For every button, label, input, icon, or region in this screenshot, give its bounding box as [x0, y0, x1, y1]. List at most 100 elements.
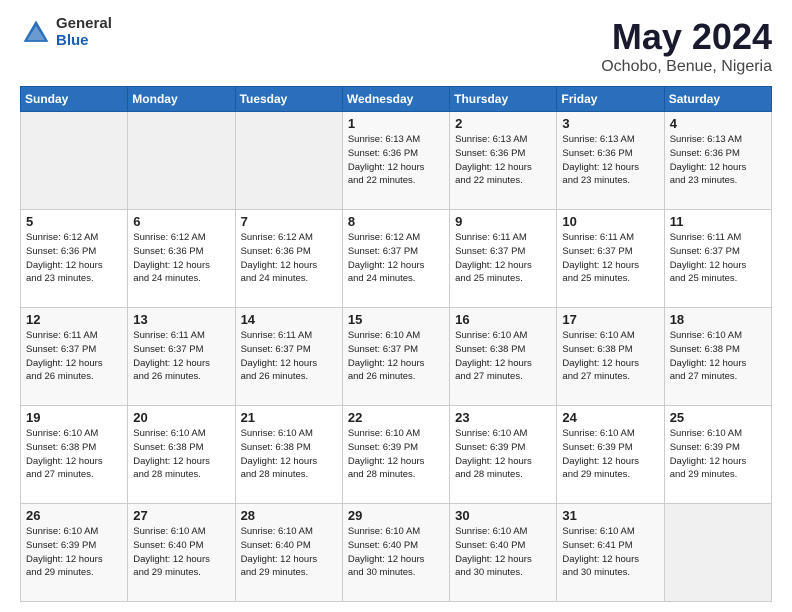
logo-blue: Blue [56, 33, 112, 50]
calendar-cell: 16 Sunrise: 6:10 AM Sunset: 6:38 PM Dayli… [450, 308, 557, 406]
day-info: Sunrise: 6:10 AM Sunset: 6:39 PM Dayligh… [670, 427, 766, 482]
calendar-cell: 25 Sunrise: 6:10 AM Sunset: 6:39 PM Dayli… [664, 406, 771, 504]
calendar-cell: 1Sunrise: 6:13 AM Sunset: 6:36 PM Daylig… [342, 112, 449, 210]
day-info: Sunrise: 6:10 AM Sunset: 6:39 PM Dayligh… [455, 427, 551, 482]
day-number: 14 [241, 312, 337, 327]
day-number: 25 [670, 410, 766, 425]
day-number: 15 [348, 312, 444, 327]
day-info: Sunrise: 6:10 AM Sunset: 6:39 PM Dayligh… [26, 525, 122, 580]
weekday-header: Sunday [21, 87, 128, 112]
day-info: Sunrise: 6:13 AM Sunset: 6:36 PM Dayligh… [348, 133, 444, 188]
calendar-cell: 31 Sunrise: 6:10 AM Sunset: 6:41 PM Dayli… [557, 504, 664, 602]
day-number: 16 [455, 312, 551, 327]
calendar-cell: 13 Sunrise: 6:11 AM Sunset: 6:37 PM Dayli… [128, 308, 235, 406]
calendar-cell: 27 Sunrise: 6:10 AM Sunset: 6:40 PM Dayli… [128, 504, 235, 602]
day-info: Sunrise: 6:12 AM Sunset: 6:37 PM Dayligh… [348, 231, 444, 286]
day-info: Sunrise: 6:13 AM Sunset: 6:36 PM Dayligh… [455, 133, 551, 188]
day-info: Sunrise: 6:11 AM Sunset: 6:37 PM Dayligh… [241, 329, 337, 384]
day-number: 7 [241, 214, 337, 229]
day-info: Sunrise: 6:10 AM Sunset: 6:38 PM Dayligh… [562, 329, 658, 384]
day-info: Sunrise: 6:11 AM Sunset: 6:37 PM Dayligh… [26, 329, 122, 384]
day-number: 5 [26, 214, 122, 229]
day-info: Sunrise: 6:11 AM Sunset: 6:37 PM Dayligh… [455, 231, 551, 286]
day-info: Sunrise: 6:10 AM Sunset: 6:38 PM Dayligh… [670, 329, 766, 384]
calendar-cell: 19 Sunrise: 6:10 AM Sunset: 6:38 PM Dayli… [21, 406, 128, 504]
day-info: Sunrise: 6:10 AM Sunset: 6:38 PM Dayligh… [26, 427, 122, 482]
day-info: Sunrise: 6:11 AM Sunset: 6:37 PM Dayligh… [670, 231, 766, 286]
page: General Blue May 2024 Ochobo, Benue, Nig… [0, 0, 792, 612]
day-info: Sunrise: 6:11 AM Sunset: 6:37 PM Dayligh… [562, 231, 658, 286]
calendar-cell: 28 Sunrise: 6:10 AM Sunset: 6:40 PM Dayli… [235, 504, 342, 602]
day-info: Sunrise: 6:10 AM Sunset: 6:38 PM Dayligh… [241, 427, 337, 482]
day-number: 10 [562, 214, 658, 229]
day-number: 18 [670, 312, 766, 327]
calendar-cell [21, 112, 128, 210]
calendar-cell: 3 Sunrise: 6:13 AM Sunset: 6:36 PM Daylig… [557, 112, 664, 210]
day-info: Sunrise: 6:10 AM Sunset: 6:40 PM Dayligh… [455, 525, 551, 580]
calendar-cell: 9 Sunrise: 6:11 AM Sunset: 6:37 PM Daylig… [450, 210, 557, 308]
day-number: 22 [348, 410, 444, 425]
day-number: 13 [133, 312, 229, 327]
day-info: Sunrise: 6:10 AM Sunset: 6:40 PM Dayligh… [133, 525, 229, 580]
calendar-cell: 22 Sunrise: 6:10 AM Sunset: 6:39 PM Dayli… [342, 406, 449, 504]
day-number: 20 [133, 410, 229, 425]
calendar-cell: 30Sunrise: 6:10 AM Sunset: 6:40 PM Dayli… [450, 504, 557, 602]
logo-icon [20, 17, 52, 49]
day-info: Sunrise: 6:10 AM Sunset: 6:40 PM Dayligh… [241, 525, 337, 580]
day-number: 31 [562, 508, 658, 523]
calendar-cell: 17 Sunrise: 6:10 AM Sunset: 6:38 PM Dayli… [557, 308, 664, 406]
day-info: Sunrise: 6:10 AM Sunset: 6:41 PM Dayligh… [562, 525, 658, 580]
calendar-cell: 24 Sunrise: 6:10 AM Sunset: 6:39 PM Dayli… [557, 406, 664, 504]
calendar-cell: 29Sunrise: 6:10 AM Sunset: 6:40 PM Dayli… [342, 504, 449, 602]
day-info: Sunrise: 6:13 AM Sunset: 6:36 PM Dayligh… [562, 133, 658, 188]
day-number: 6 [133, 214, 229, 229]
header: General Blue May 2024 Ochobo, Benue, Nig… [20, 16, 772, 76]
day-number: 28 [241, 508, 337, 523]
calendar-cell: 8 Sunrise: 6:12 AM Sunset: 6:37 PM Daylig… [342, 210, 449, 308]
calendar-cell: 18 Sunrise: 6:10 AM Sunset: 6:38 PM Dayli… [664, 308, 771, 406]
weekday-header: Thursday [450, 87, 557, 112]
calendar-cell [235, 112, 342, 210]
calendar-cell: 5 Sunrise: 6:12 AM Sunset: 6:36 PM Daylig… [21, 210, 128, 308]
calendar-cell: 7Sunrise: 6:12 AM Sunset: 6:36 PM Daylig… [235, 210, 342, 308]
calendar-cell: 15Sunrise: 6:10 AM Sunset: 6:37 PM Dayli… [342, 308, 449, 406]
calendar-cell: 12 Sunrise: 6:11 AM Sunset: 6:37 PM Dayli… [21, 308, 128, 406]
calendar-cell: 26Sunrise: 6:10 AM Sunset: 6:39 PM Dayli… [21, 504, 128, 602]
day-info: Sunrise: 6:12 AM Sunset: 6:36 PM Dayligh… [26, 231, 122, 286]
calendar-cell: 23 Sunrise: 6:10 AM Sunset: 6:39 PM Dayli… [450, 406, 557, 504]
calendar-cell: 14 Sunrise: 6:11 AM Sunset: 6:37 PM Dayli… [235, 308, 342, 406]
day-number: 19 [26, 410, 122, 425]
logo: General Blue [20, 16, 112, 49]
day-info: Sunrise: 6:13 AM Sunset: 6:36 PM Dayligh… [670, 133, 766, 188]
day-number: 8 [348, 214, 444, 229]
day-number: 23 [455, 410, 551, 425]
day-number: 21 [241, 410, 337, 425]
weekday-header: Tuesday [235, 87, 342, 112]
day-number: 24 [562, 410, 658, 425]
day-number: 3 [562, 116, 658, 131]
day-info: Sunrise: 6:11 AM Sunset: 6:37 PM Dayligh… [133, 329, 229, 384]
day-number: 9 [455, 214, 551, 229]
calendar-cell: 21 Sunrise: 6:10 AM Sunset: 6:38 PM Dayli… [235, 406, 342, 504]
day-number: 11 [670, 214, 766, 229]
calendar-cell [664, 504, 771, 602]
day-info: Sunrise: 6:12 AM Sunset: 6:36 PM Dayligh… [133, 231, 229, 286]
day-info: Sunrise: 6:10 AM Sunset: 6:38 PM Dayligh… [455, 329, 551, 384]
day-info: Sunrise: 6:10 AM Sunset: 6:39 PM Dayligh… [562, 427, 658, 482]
logo-general: General [56, 16, 112, 33]
weekday-header: Friday [557, 87, 664, 112]
day-info: Sunrise: 6:10 AM Sunset: 6:38 PM Dayligh… [133, 427, 229, 482]
day-number: 2 [455, 116, 551, 131]
calendar-cell: 10 Sunrise: 6:11 AM Sunset: 6:37 PM Dayli… [557, 210, 664, 308]
main-title: May 2024 [601, 16, 772, 58]
sub-title: Ochobo, Benue, Nigeria [601, 58, 772, 76]
calendar-cell: 6 Sunrise: 6:12 AM Sunset: 6:36 PM Daylig… [128, 210, 235, 308]
day-number: 27 [133, 508, 229, 523]
day-number: 17 [562, 312, 658, 327]
day-info: Sunrise: 6:10 AM Sunset: 6:40 PM Dayligh… [348, 525, 444, 580]
day-info: Sunrise: 6:10 AM Sunset: 6:39 PM Dayligh… [348, 427, 444, 482]
title-block: May 2024 Ochobo, Benue, Nigeria [601, 16, 772, 76]
calendar-cell: 20 Sunrise: 6:10 AM Sunset: 6:38 PM Dayli… [128, 406, 235, 504]
weekday-header: Wednesday [342, 87, 449, 112]
day-number: 12 [26, 312, 122, 327]
